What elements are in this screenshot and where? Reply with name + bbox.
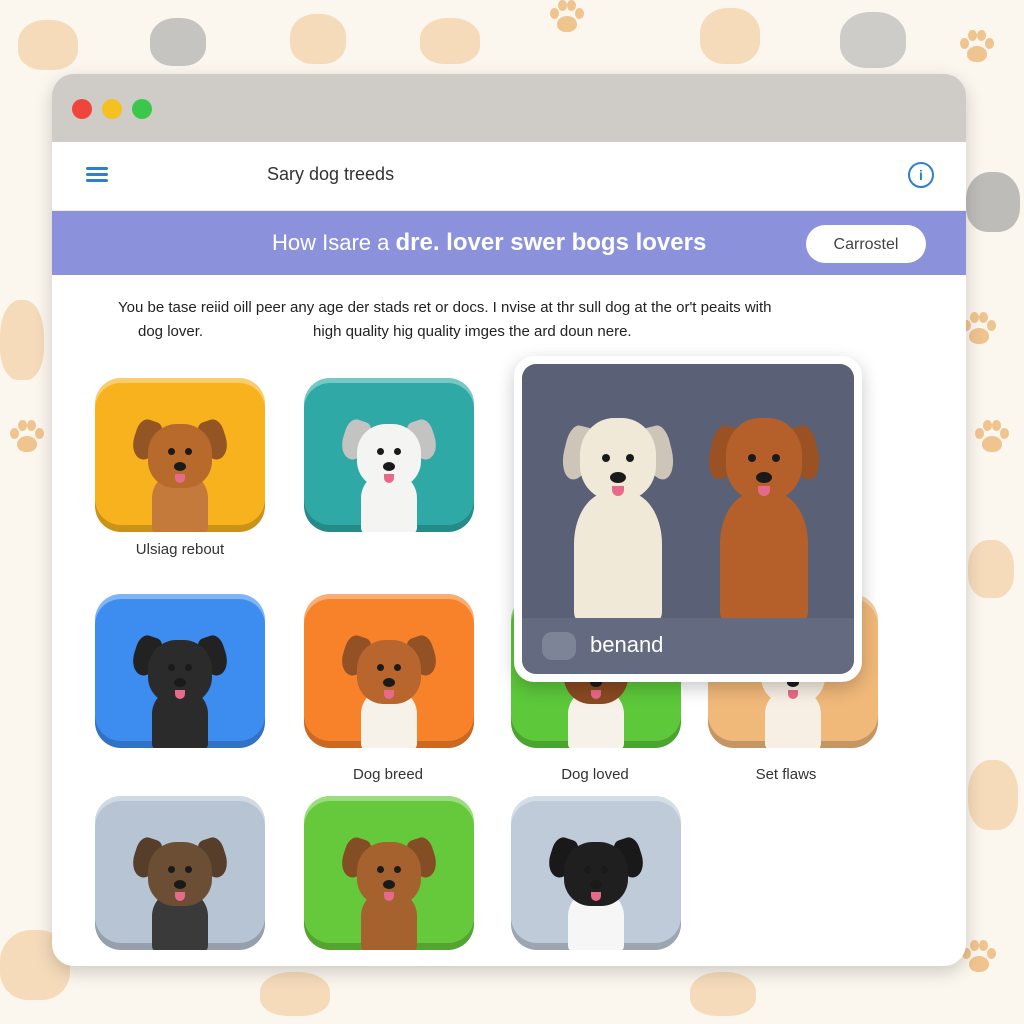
hero-banner: How Isare a dre. lover swer bogs lovers … <box>52 211 966 275</box>
hamburger-menu-icon[interactable] <box>86 164 108 186</box>
dog-photo <box>128 628 232 748</box>
banner-heading-bold: dre. lover swer bogs lovers <box>395 229 707 256</box>
dog-tile-label: Dog breed <box>352 766 424 783</box>
dog-photo <box>337 412 441 532</box>
dog-tile[interactable] <box>95 378 265 532</box>
dog-preview-image: benand <box>522 364 854 674</box>
pet-silhouette <box>966 172 1020 232</box>
preview-label: benand <box>590 632 664 657</box>
paw-print-icon <box>962 940 996 974</box>
paw-print-icon <box>962 312 996 346</box>
dog-photo <box>337 628 441 748</box>
close-window-button[interactable] <box>72 99 92 119</box>
dog-photo <box>337 830 441 950</box>
paw-print-icon <box>10 420 44 454</box>
dog-photo-lab <box>557 418 679 622</box>
pet-silhouette <box>690 972 756 1016</box>
pet-silhouette <box>700 8 760 64</box>
intro-line-2: dog lover. high quality hig quality imges… <box>118 320 938 344</box>
pet-silhouette <box>290 14 346 64</box>
banner-heading-plain: How Isare a <box>272 230 396 255</box>
pet-silhouette <box>150 18 206 66</box>
maximize-window-button[interactable] <box>132 99 152 119</box>
dog-tile[interactable] <box>304 378 474 532</box>
intro-line-1: You be tase reiid oill peer any age der … <box>118 299 772 316</box>
paw-print-icon <box>960 30 994 64</box>
paw-print-icon <box>550 0 584 34</box>
pet-silhouette <box>0 300 44 380</box>
dog-preview-card[interactable]: benand <box>514 356 862 682</box>
intro-line-2-part-a: dog lover. <box>138 323 204 340</box>
pet-silhouette <box>968 540 1014 598</box>
pet-silhouette <box>260 972 330 1016</box>
minimize-window-button[interactable] <box>102 99 122 119</box>
dog-tile[interactable] <box>95 796 265 950</box>
banner-heading: How Isare a dre. lover swer bogs lovers <box>272 229 706 257</box>
intro-paragraph: You be tase reiid oill peer any age der … <box>118 296 938 344</box>
dog-tile[interactable] <box>304 594 474 748</box>
dog-tile-label: Dog loved <box>561 766 629 783</box>
preview-toggle-button[interactable] <box>542 632 576 660</box>
dog-photo <box>128 830 232 950</box>
pet-silhouette <box>840 12 906 68</box>
dog-photo <box>128 412 232 532</box>
pet-silhouette <box>968 760 1018 830</box>
paw-print-icon <box>975 420 1009 454</box>
pet-silhouette <box>18 20 78 70</box>
dog-tile[interactable] <box>511 796 681 950</box>
info-icon[interactable]: i <box>908 162 934 188</box>
preview-footer: benand <box>522 618 854 674</box>
dog-tile-label: Set flaws <box>755 766 817 783</box>
dog-photo <box>544 830 648 950</box>
app-header: Sary dog treeds i <box>52 142 966 211</box>
window-titlebar <box>52 74 966 142</box>
dog-tile-label: Ulsiag rebout <box>135 541 225 558</box>
dog-tile[interactable] <box>304 796 474 950</box>
carousel-button[interactable]: Carrostel <box>806 225 926 263</box>
intro-line-2-part-b: high quality hig quality imges the ard d… <box>313 323 632 340</box>
dog-photo-collie <box>703 418 825 622</box>
dog-tile[interactable] <box>95 594 265 748</box>
pet-silhouette <box>420 18 480 64</box>
app-title: Sary dog treeds <box>267 164 395 184</box>
